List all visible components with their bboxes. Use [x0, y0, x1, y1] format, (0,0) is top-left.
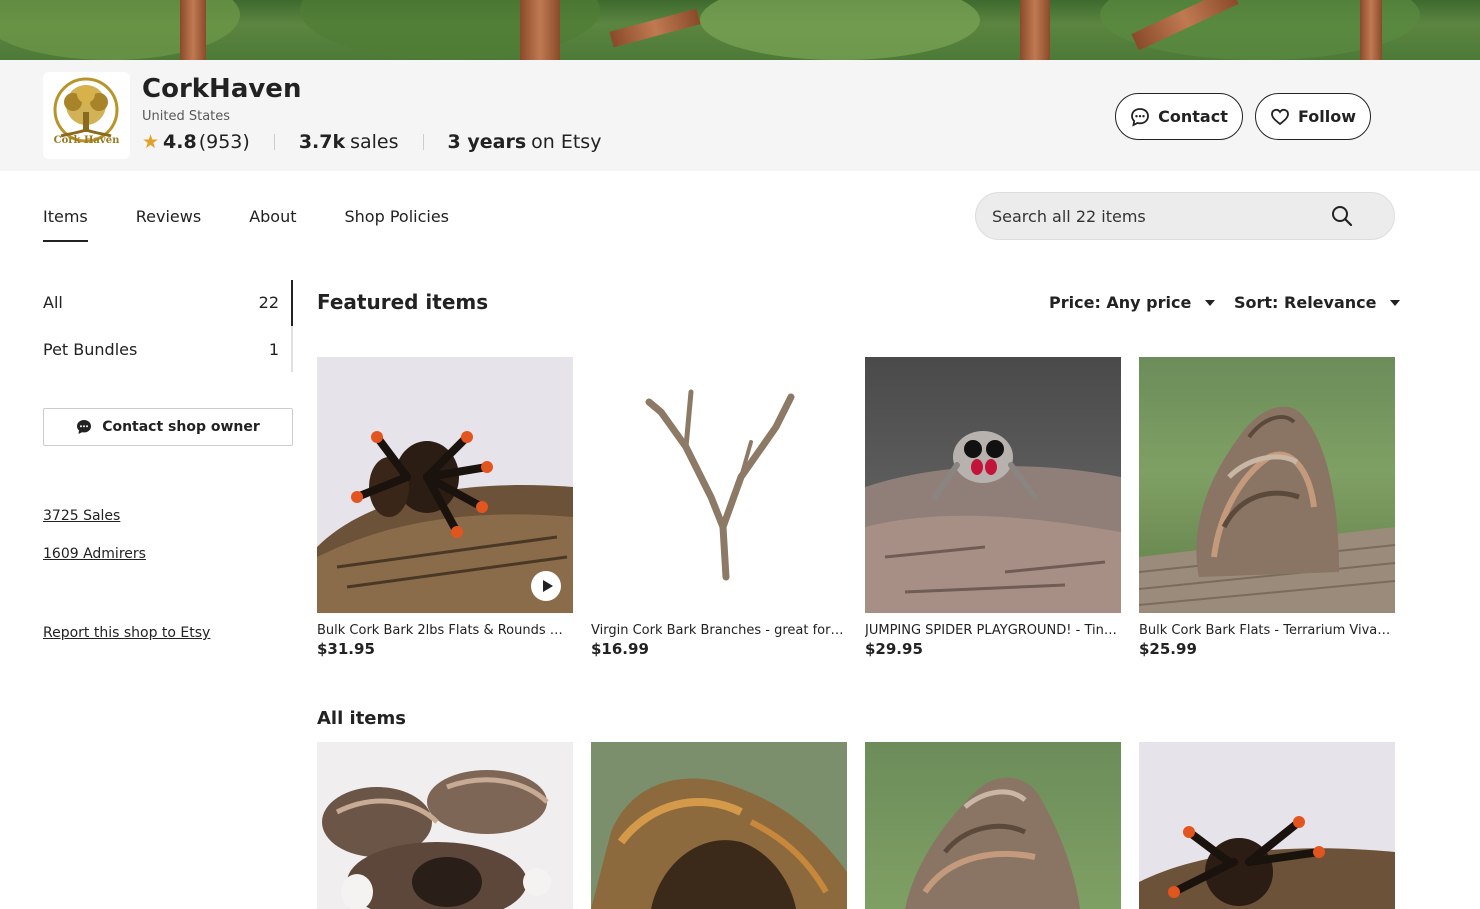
listing-title[interactable]: JUMPING SPIDER PLAYGROUND! - Tiny ...	[865, 623, 1121, 638]
category-count: 22	[258, 293, 279, 312]
sales-label: sales	[350, 131, 399, 153]
divider	[273, 134, 275, 150]
follow-button[interactable]: Follow	[1255, 93, 1371, 140]
report-shop-link[interactable]: Report this shop to Etsy	[43, 625, 210, 641]
listing-card[interactable]: Bulk Cork Bark Flats - Terrarium Vivariu…	[1139, 357, 1395, 658]
chat-bubble-icon	[1131, 107, 1150, 127]
shop-sidebar: All 22 Pet Bundles 1 Contact shop owner …	[43, 280, 293, 641]
listing-title[interactable]: Bulk Cork Bark Flats - Terrarium Vivariu…	[1139, 623, 1395, 638]
search-icon[interactable]	[1331, 205, 1353, 227]
shop-name: CorkHaven	[142, 74, 302, 104]
category-count: 1	[268, 340, 279, 359]
cork-flats-photo	[1139, 406, 1395, 613]
star-icon: ★	[142, 131, 160, 153]
listing-image-cork-flats-pile[interactable]	[865, 742, 1121, 909]
admirers-link[interactable]: 1609 Admirers	[43, 546, 146, 562]
listing-price: $16.99	[591, 640, 649, 658]
logo-text: Cork Haven	[53, 135, 120, 146]
listing-card[interactable]: JUMPING SPIDER PLAYGROUND! - Tiny ... $2…	[865, 357, 1121, 658]
listing-image-cork-flats-stack[interactable]	[1139, 357, 1395, 613]
caret-down-icon	[1390, 299, 1401, 306]
active-category-indicator	[291, 280, 293, 326]
shop-rating: 4.8	[163, 131, 197, 153]
listing-price: $31.95	[317, 640, 375, 658]
featured-items-title: Featured items	[317, 290, 489, 314]
shop-stats: ★ 4.8 (953) 3.7k sales 3 years on Etsy	[142, 130, 601, 154]
category-pet-bundles[interactable]: Pet Bundles 1	[43, 340, 279, 359]
tab-items[interactable]: Items	[43, 193, 88, 242]
jumping-spider-photo	[865, 431, 1121, 613]
listing-card[interactable]: Bulk Cork Bark 2lbs Flats & Rounds Mix..…	[317, 357, 573, 658]
cork-flats-pile-photo	[905, 777, 1080, 909]
cork-branch-photo	[645, 389, 795, 581]
chat-bubble-icon	[77, 420, 92, 434]
listing-image-jumping-spider[interactable]	[865, 357, 1121, 613]
shop-tabs: Items Reviews About Shop Policies	[43, 193, 497, 243]
listing-title[interactable]: Virgin Cork Bark Branches - great for R.…	[591, 623, 847, 638]
listing-image-cork-branch[interactable]	[591, 357, 847, 613]
shop-search	[975, 192, 1395, 240]
caret-down-icon	[1205, 299, 1216, 306]
sales-link[interactable]: 3725 Sales	[43, 508, 120, 524]
heart-icon	[1271, 108, 1289, 125]
listing-price: $29.95	[865, 640, 923, 658]
tab-reviews[interactable]: Reviews	[136, 193, 201, 242]
category-all[interactable]: All 22	[43, 293, 279, 312]
cork-hollow-photo	[591, 778, 847, 909]
play-video-icon[interactable]	[531, 571, 561, 601]
shop-logo[interactable]: Cork Haven	[43, 72, 130, 159]
sales-value: 3.7k	[298, 131, 346, 153]
shop-location: United States	[142, 109, 231, 124]
price-filter-label: Price: Any price	[1049, 293, 1192, 312]
price-filter-dropdown[interactable]: Price: Any price	[1049, 293, 1216, 312]
tarantula-photo	[1139, 816, 1395, 909]
category-label: All	[43, 293, 63, 312]
listing-image-tarantula-on-cork[interactable]	[317, 357, 573, 613]
tab-shop-policies[interactable]: Shop Policies	[345, 193, 450, 242]
listing-title[interactable]: Bulk Cork Bark 2lbs Flats & Rounds Mix..…	[317, 623, 573, 638]
shop-banner-image	[0, 0, 1480, 60]
contact-button[interactable]: Contact	[1115, 93, 1243, 140]
all-items-title: All items	[317, 708, 406, 729]
divider	[422, 134, 424, 150]
shop-header: Cork Haven CorkHaven United States ★ 4.8…	[0, 60, 1480, 171]
follow-label: Follow	[1297, 107, 1356, 126]
contact-shop-owner-button[interactable]: Contact shop owner	[43, 408, 293, 446]
sort-dropdown[interactable]: Sort: Relevance	[1234, 293, 1401, 312]
listing-price: $25.99	[1139, 640, 1197, 658]
contact-label: Contact	[1158, 107, 1228, 126]
sort-label: Sort: Relevance	[1234, 293, 1377, 312]
listing-image-tarantula[interactable]	[1139, 742, 1395, 909]
years-label: on Etsy	[531, 131, 602, 153]
category-list: All 22 Pet Bundles 1	[43, 280, 293, 372]
tab-about[interactable]: About	[249, 193, 296, 242]
contact-owner-label: Contact shop owner	[102, 419, 260, 435]
review-count[interactable]: (953)	[199, 131, 250, 153]
category-label: Pet Bundles	[43, 340, 138, 359]
listing-image-cork-hollow[interactable]	[591, 742, 847, 909]
listing-image-cork-rounds[interactable]	[317, 742, 573, 909]
listing-card[interactable]: Virgin Cork Bark Branches - great for R.…	[591, 357, 847, 658]
cork-rounds-photo	[322, 770, 551, 909]
search-input[interactable]	[992, 193, 1322, 239]
years-value: 3 years	[447, 131, 527, 153]
